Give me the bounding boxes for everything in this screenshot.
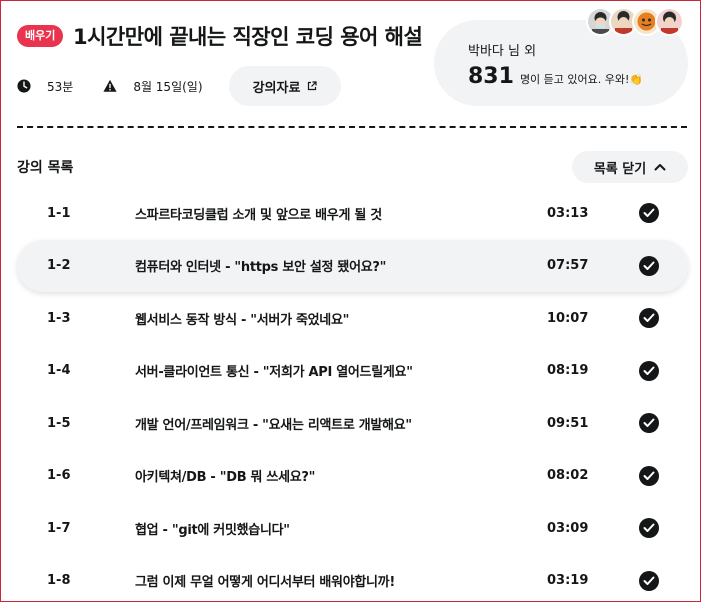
lecture-number: 1-3 [47, 310, 71, 326]
lecture-duration: 10:07 [547, 310, 589, 326]
lecture-row[interactable]: 1-2 컴퓨터와 인터넷 - "https 보안 설정 됐어요?" 07:57 [17, 239, 688, 292]
lecture-row[interactable]: 1-7 협업 - "git에 커밋했습니다" 03:09 [17, 502, 688, 555]
check-circle-icon [639, 255, 659, 276]
lecture-duration: 03:13 [547, 205, 589, 221]
check-circle-icon [639, 203, 659, 224]
check-circle-icon [639, 570, 659, 591]
lecture-name: 아키텍쳐/DB - "DB 뭐 쓰세요?" [135, 470, 316, 486]
lecture-number: 1-7 [47, 520, 71, 536]
lecture-duration: 07:57 [547, 258, 589, 274]
lecture-row[interactable]: 1-6 아키텍쳐/DB - "DB 뭐 쓰세요?" 08:02 [17, 450, 688, 503]
listener-count: 831 [468, 64, 514, 89]
lecture-name: 스파르타코딩클럽 소개 및 앞으로 배우게 될 것 [135, 207, 382, 223]
lecture-name: 개발 언어/프레임워크 - "요새는 리액트로 개발해요" [135, 417, 412, 433]
close-list-button[interactable]: 목록 닫기 [572, 151, 688, 183]
lecture-number: 1-2 [47, 258, 71, 274]
lecture-row[interactable]: 1-3 웹서비스 동작 방식 - "서버가 죽었네요" 10:07 [17, 292, 688, 345]
chevron-up-icon [654, 164, 666, 171]
lecture-name: 컴퓨터와 인터넷 - "https 보안 설정 됐어요?" [135, 260, 387, 276]
lecture-duration: 53분 [47, 79, 74, 94]
lecture-number: 1-4 [47, 363, 71, 379]
lecture-row[interactable]: 1-5 개발 언어/프레임워크 - "요새는 리액트로 개발해요" 09:51 [17, 397, 688, 450]
listener-message: 명이 듣고 있어요. 우와!👏 [519, 73, 644, 86]
clock-icon [17, 79, 31, 93]
lecture-duration: 03:19 [547, 573, 589, 589]
lecture-date: 8월 15일(일) [133, 79, 203, 94]
check-circle-icon [639, 308, 659, 329]
section-divider [17, 126, 687, 128]
warning-icon [103, 79, 117, 92]
lecture-list: 1-1 스파르타코딩클럽 소개 및 앞으로 배우게 될 것 03:13 1-2 … [17, 187, 688, 602]
check-circle-icon [639, 518, 659, 539]
lecture-duration: 03:09 [547, 520, 589, 536]
check-circle-icon [639, 465, 659, 486]
lecture-row[interactable]: 1-4 서버-클라이언트 통신 - "저희가 API 열어드릴게요" 08:19 [17, 345, 688, 398]
avatar [655, 7, 684, 36]
lecture-duration: 09:51 [547, 415, 589, 431]
check-circle-icon [639, 413, 659, 434]
lecture-material-label: 강의자료 [252, 80, 301, 96]
lecture-name: 협업 - "git에 커밋했습니다" [135, 522, 290, 538]
lecture-row[interactable]: 1-1 스파르타코딩클럽 소개 및 앞으로 배우게 될 것 03:13 [17, 187, 688, 240]
lecture-meta: 53분 8월 15일(일) [17, 74, 233, 98]
external-link-icon [308, 81, 318, 91]
listener-avatars [586, 7, 684, 36]
lecture-number: 1-5 [47, 415, 71, 431]
category-badge: 배우기 [17, 25, 64, 47]
listener-name: 박바다 님 외 [468, 44, 537, 59]
lecture-name: 그럼 이제 무얼 어떻게 어디서부터 배워야합니까! [135, 575, 395, 591]
lecture-duration: 08:02 [547, 468, 589, 484]
close-list-label: 목록 닫기 [593, 161, 647, 177]
check-circle-icon [639, 360, 659, 381]
lecture-material-button[interactable]: 강의자료 [229, 66, 341, 106]
lecture-row[interactable]: 1-8 그럼 이제 무얼 어떻게 어디서부터 배워야합니까! 03:19 [17, 555, 688, 602]
lecture-name: 웹서비스 동작 방식 - "서버가 죽었네요" [135, 312, 350, 328]
lecture-number: 1-6 [47, 468, 71, 484]
listener-count-row: 831 명이 듣고 있어요. 우와!👏 [468, 64, 643, 89]
lecture-duration: 08:19 [547, 363, 589, 379]
lecture-number: 1-1 [47, 205, 71, 221]
lecture-list-title: 강의 목록 [17, 160, 74, 176]
page-title: 1시간만에 끝내는 직장인 코딩 용어 해설 [73, 25, 423, 49]
lecture-name: 서버-클라이언트 통신 - "저희가 API 열어드릴게요" [135, 365, 413, 381]
lecture-number: 1-8 [47, 573, 71, 589]
